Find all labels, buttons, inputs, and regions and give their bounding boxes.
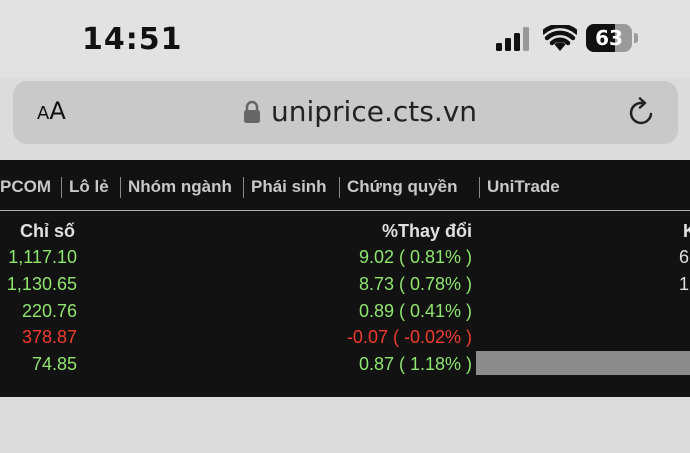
row-4-change: -0.07 ( -0.02% ): [346, 327, 472, 347]
row-3-change: 0.89 ( 0.41% ): [358, 301, 472, 321]
row-5-change: 0.87 ( 1.18% ): [358, 354, 472, 374]
header-next: K: [683, 221, 690, 241]
row-4-index: 378.87: [21, 327, 77, 347]
row-2-change: 8.73 ( 0.78% ): [358, 274, 472, 294]
nav-item-lo-le[interactable]: Lô lẻ: [69, 177, 109, 197]
battery-icon: 63: [586, 24, 638, 52]
aa-large-label: A: [49, 97, 66, 125]
nav-divider: [243, 177, 244, 198]
lock-icon: [244, 100, 260, 123]
wifi-icon: [543, 25, 577, 51]
battery-level: 63: [595, 26, 623, 50]
header-change: %Thay đổi: [381, 221, 472, 241]
url-text[interactable]: uniprice.cts.vn: [271, 95, 477, 128]
nav-item-phai-sinh[interactable]: Phái sinh: [251, 177, 327, 197]
row-2-next: 1: [679, 274, 690, 294]
row-3-index: 220.76: [21, 301, 77, 321]
highlight-bar: [476, 351, 690, 375]
aa-small-label: A: [37, 103, 50, 124]
row-1-change: 9.02 ( 0.81% ): [358, 247, 472, 267]
status-time: 14:51: [82, 22, 183, 57]
header-index: Chỉ số: [20, 221, 76, 241]
nav-item-chung-quyen[interactable]: Chứng quyền: [347, 177, 458, 197]
status-bar: 14:51 63: [0, 0, 690, 78]
nav-bar: PCOM Lô lẻ Nhóm ngành Phái sinh Chứng qu…: [0, 160, 690, 210]
nav-divider: [120, 177, 121, 198]
reader-aa-button[interactable]: AA: [37, 97, 66, 129]
stock-board: PCOM Lô lẻ Nhóm ngành Phái sinh Chứng qu…: [0, 160, 690, 397]
row-5-index: 74.85: [31, 354, 77, 374]
row-1-index: 1,117.10: [8, 247, 77, 267]
signal-icon: [496, 27, 529, 51]
reload-icon[interactable]: [627, 97, 657, 127]
nav-divider: [339, 177, 340, 198]
nav-divider: [61, 177, 62, 198]
nav-item-nhom-nganh[interactable]: Nhóm ngành: [128, 177, 232, 197]
address-bar[interactable]: AA uniprice.cts.vn: [13, 81, 678, 144]
nav-item-unitrade[interactable]: UniTrade: [487, 177, 560, 197]
nav-item-pcom[interactable]: PCOM: [0, 177, 51, 197]
row-2-index: 1,130.65: [6, 274, 77, 294]
nav-divider-line: [0, 210, 690, 211]
nav-divider: [479, 177, 480, 198]
row-1-next: 6: [679, 247, 690, 267]
